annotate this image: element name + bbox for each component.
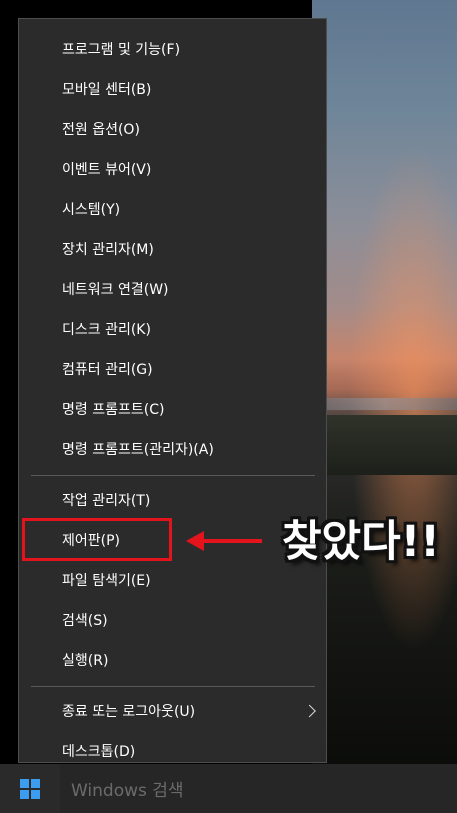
- menu-item-label: 컴퓨터 관리(G): [62, 362, 153, 378]
- menu-item-device-manager[interactable]: 장치 관리자(M): [19, 230, 326, 268]
- menu-item-mobility-center[interactable]: 모바일 센터(B): [19, 70, 326, 108]
- menu-item-label: 네트워크 연결(W): [62, 282, 169, 298]
- chevron-right-icon: [303, 704, 316, 718]
- menu-item-command-prompt[interactable]: 명령 프롬프트(C): [19, 390, 326, 428]
- menu-item-label: 파일 탐색기(E): [62, 573, 151, 589]
- menu-separator: [31, 475, 315, 476]
- menu-item-label: 명령 프롬프트(관리자)(A): [62, 442, 214, 458]
- menu-item-label: 시스템(Y): [62, 202, 121, 218]
- menu-item-task-manager[interactable]: 작업 관리자(T): [19, 481, 326, 519]
- menu-item-file-explorer[interactable]: 파일 탐색기(E): [19, 561, 326, 599]
- menu-item-label: 이벤트 뷰어(V): [62, 162, 152, 178]
- callout-text: 찾았다!!: [282, 517, 440, 567]
- highlight-box: [22, 518, 172, 561]
- wallpaper-field: [312, 415, 457, 475]
- search-placeholder: Windows 검색: [71, 781, 184, 801]
- taskbar: Windows 검색: [0, 764, 457, 813]
- menu-item-label: 종료 또는 로그아웃(U): [62, 704, 196, 720]
- menu-item-label: 작업 관리자(T): [62, 493, 151, 509]
- menu-item-run[interactable]: 실행(R): [19, 641, 326, 679]
- menu-item-command-prompt-admin[interactable]: 명령 프롬프트(관리자)(A): [19, 430, 326, 468]
- menu-item-disk-management[interactable]: 디스크 관리(K): [19, 310, 326, 348]
- start-button[interactable]: [0, 764, 60, 813]
- menu-item-event-viewer[interactable]: 이벤트 뷰어(V): [19, 150, 326, 188]
- menu-item-label: 장치 관리자(M): [62, 242, 154, 258]
- menu-item-system[interactable]: 시스템(Y): [19, 190, 326, 228]
- menu-separator: [31, 686, 315, 687]
- menu-item-label: 프로그램 및 기능(F): [62, 42, 181, 58]
- left-arrow-icon: [186, 531, 262, 551]
- menu-item-label: 실행(R): [62, 653, 109, 669]
- windows-logo-icon: [20, 778, 40, 799]
- menu-item-label: 전원 옵션(O): [62, 122, 140, 138]
- menu-item-label: 디스크 관리(K): [62, 322, 151, 338]
- menu-item-label: 검색(S): [62, 613, 108, 629]
- menu-item-label: 모바일 센터(B): [62, 82, 152, 98]
- menu-item-network-connections[interactable]: 네트워크 연결(W): [19, 270, 326, 308]
- menu-item-search[interactable]: 검색(S): [19, 601, 326, 639]
- menu-item-label: 데스크톱(D): [62, 744, 136, 760]
- wallpaper-river: [312, 398, 457, 410]
- power-user-menu: 프로그램 및 기능(F) 모바일 센터(B) 전원 옵션(O) 이벤트 뷰어(V…: [18, 18, 327, 763]
- desktop-wallpaper: [312, 0, 457, 764]
- taskbar-search-box[interactable]: Windows 검색: [60, 764, 457, 813]
- menu-item-programs-features[interactable]: 프로그램 및 기능(F): [19, 30, 326, 68]
- menu-item-computer-management[interactable]: 컴퓨터 관리(G): [19, 350, 326, 388]
- menu-item-label: 명령 프롬프트(C): [62, 402, 165, 418]
- menu-item-shutdown-signout[interactable]: 종료 또는 로그아웃(U): [19, 692, 326, 730]
- menu-item-power-options[interactable]: 전원 옵션(O): [19, 110, 326, 148]
